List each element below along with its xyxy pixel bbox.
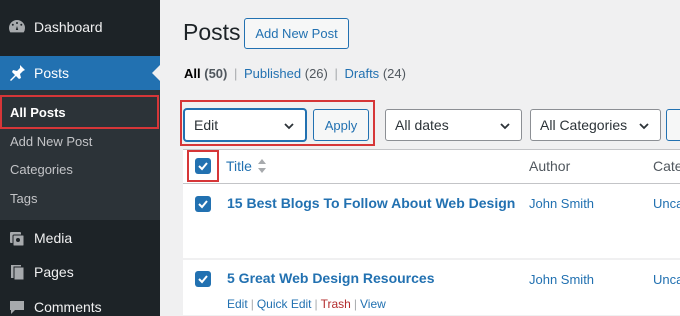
media-icon — [7, 228, 27, 248]
sidebar-item-label: Pages — [34, 264, 74, 280]
row-action-edit[interactable]: Edit — [227, 297, 248, 311]
sidebar-item-media[interactable]: Media — [0, 221, 160, 255]
highlight-box — [0, 95, 159, 129]
column-header-categories: Cate — [653, 158, 680, 174]
chevron-down-icon — [639, 123, 649, 130]
row-checkbox[interactable] — [195, 196, 211, 212]
filter-button[interactable] — [666, 109, 680, 141]
highlight-box — [180, 100, 375, 146]
sort-icon[interactable] — [257, 157, 267, 175]
admin-sidebar: Dashboard Posts All Posts Add New Post C… — [0, 0, 160, 316]
page-title: Posts — [183, 19, 241, 45]
row-action-separator: | — [314, 297, 318, 311]
column-header-title[interactable]: Title — [226, 158, 252, 174]
categories-filter-select[interactable]: All Categories — [530, 109, 661, 141]
column-header-author: Author — [529, 158, 571, 174]
post-title-link[interactable]: 15 Best Blogs To Follow About Web Design — [227, 195, 515, 211]
sidebar-item-comments[interactable]: Comments — [0, 290, 160, 316]
row-action-view[interactable]: View — [360, 297, 386, 311]
sidebar-item-dashboard[interactable]: Dashboard — [0, 10, 160, 44]
sidebar-item-label: Dashboard — [34, 19, 103, 35]
post-category-link[interactable]: Unca — [653, 196, 680, 211]
sidebar-item-posts[interactable]: Posts — [0, 56, 160, 90]
row-checkbox[interactable] — [195, 271, 211, 287]
row-action-trash[interactable]: Trash — [321, 297, 351, 311]
row-actions: Edit | Quick Edit | Trash | View — [227, 297, 386, 311]
dates-filter-value: All dates — [395, 117, 449, 133]
comments-icon — [7, 297, 27, 316]
chevron-down-icon — [500, 123, 510, 130]
sidebar-item-label: Posts — [34, 65, 70, 81]
checkmark-icon — [198, 200, 208, 209]
highlight-box — [187, 150, 219, 182]
add-new-post-button[interactable]: Add New Post — [244, 18, 349, 49]
sidebar-item-label: Comments — [34, 299, 102, 315]
pin-icon — [7, 63, 27, 83]
sidebar-item-label: Media — [34, 230, 73, 246]
row-action-separator: | — [353, 297, 357, 311]
view-published[interactable]: Published (26) — [244, 66, 328, 81]
views-separator: | — [334, 66, 338, 81]
dates-filter-select[interactable]: All dates — [385, 109, 522, 141]
post-category-link[interactable]: Unca — [653, 272, 680, 287]
submenu-add-new-post[interactable]: Add New Post — [10, 134, 92, 149]
checkmark-icon — [198, 275, 208, 284]
views-separator: | — [234, 66, 238, 81]
pages-icon — [7, 262, 27, 282]
submenu-tags[interactable]: Tags — [10, 191, 37, 206]
dashboard-icon — [7, 17, 27, 37]
categories-filter-value: All Categories — [540, 117, 628, 133]
submenu-categories[interactable]: Categories — [10, 162, 73, 177]
row-action-separator: | — [250, 297, 254, 311]
post-author-link[interactable]: John Smith — [529, 272, 594, 287]
view-drafts[interactable]: Drafts (24) — [345, 66, 406, 81]
view-all[interactable]: All (50) — [184, 66, 227, 81]
sidebar-item-pages[interactable]: Pages — [0, 255, 160, 289]
row-action-quick-edit[interactable]: Quick Edit — [257, 297, 312, 311]
post-status-views: All (50) | Published (26) | Drafts (24) — [184, 66, 406, 81]
post-author-link[interactable]: John Smith — [529, 196, 594, 211]
post-title-link[interactable]: 5 Great Web Design Resources — [227, 270, 434, 286]
